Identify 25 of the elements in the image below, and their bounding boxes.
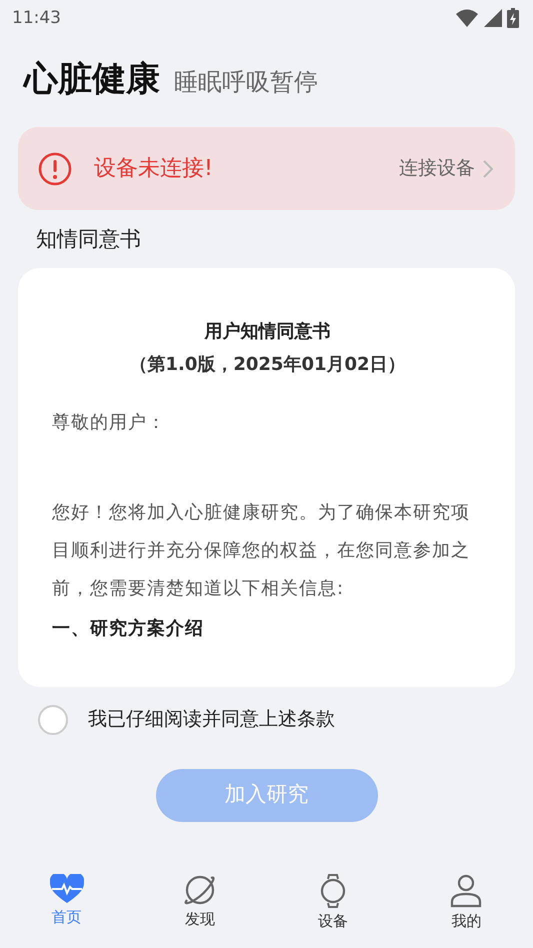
- signal-icon: [484, 9, 502, 28]
- heart-pulse-icon: [50, 874, 84, 904]
- agree-checkbox[interactable]: [38, 704, 68, 734]
- paragraph: 尊敬的用户：: [52, 410, 167, 434]
- document-version: （第1.0版，2025年01月02日）: [128, 352, 407, 376]
- planet-icon: [182, 874, 217, 906]
- watch-icon: [319, 874, 348, 908]
- tab-item[interactable]: 我的: [400, 868, 533, 948]
- tab-item[interactable]: 设备: [266, 868, 400, 948]
- tab-item[interactable]: 发现: [133, 868, 266, 948]
- warning-icon: [38, 152, 72, 186]
- alert-message: 设备未连接!: [94, 155, 213, 183]
- section-label: 知情同意书: [36, 226, 142, 253]
- battery-icon: [507, 8, 519, 28]
- paragraph: 您好！您将加入心脏健康研究。为了确保本研究项目顺利进行并充分保障您的权益，在您同意参加之前，您需要清楚知道以下相关信息:: [52, 500, 471, 600]
- agree-label: 我已仔细阅读并同意上述条款: [88, 707, 335, 732]
- page-title: 心脏健康: [24, 58, 160, 101]
- wifi-icon: [456, 9, 478, 28]
- page-subtitle: 睡眠呼吸暂停: [174, 67, 318, 98]
- chevron-right-icon: [483, 160, 493, 178]
- connect-device-link[interactable]: 连接设备: [399, 154, 493, 183]
- status-time: 11:43: [12, 7, 61, 30]
- document-title: 用户知情同意书: [203, 320, 332, 344]
- section-heading: 一、研究方案介绍: [52, 616, 205, 640]
- person-icon: [450, 874, 482, 908]
